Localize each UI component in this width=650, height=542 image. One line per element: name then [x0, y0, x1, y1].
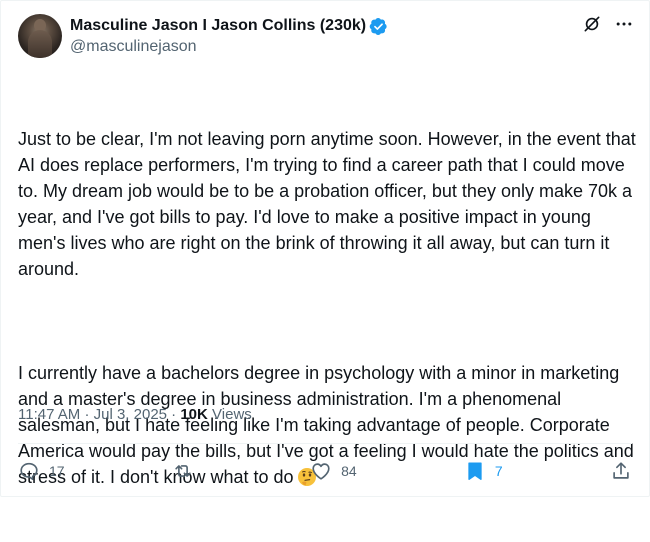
reply-button[interactable]: 17 [18, 460, 65, 482]
like-count: 84 [341, 463, 357, 479]
divider [18, 443, 632, 444]
views-count: 10K [180, 406, 208, 423]
verified-badge-icon [369, 17, 387, 35]
action-bar: 17 84 7 [18, 456, 632, 486]
top-actions [582, 14, 634, 34]
tweet-time[interactable]: 11:47 AM [18, 406, 80, 423]
tweet-header: Masculine Jason I Jason Collins (230k) @… [18, 14, 638, 58]
tweet-meta: 11:47 AM · Jul 3, 2025 · 10K Views [18, 405, 252, 425]
like-button[interactable]: 84 [310, 460, 357, 482]
name-row: Masculine Jason I Jason Collins (230k) [70, 16, 388, 36]
views-label: Views [212, 406, 252, 423]
meta-separator-1: · [84, 406, 90, 423]
avatar-body [28, 30, 52, 58]
reply-count: 17 [49, 463, 65, 479]
bookmark-button[interactable]: 7 [464, 460, 503, 482]
repost-icon [175, 465, 191, 477]
meta-separator-2: · [171, 406, 177, 423]
avatar[interactable] [18, 14, 62, 58]
share-button[interactable] [610, 460, 632, 482]
bookmark-icon [468, 462, 482, 480]
share-icon [613, 462, 629, 479]
tweet-paragraph-1: Just to be clear, I'm not leaving porn a… [18, 129, 640, 279]
handle[interactable]: @masculinejason [70, 37, 197, 57]
grok-icon[interactable] [582, 14, 602, 34]
reply-icon [20, 462, 38, 481]
more-icon[interactable] [614, 14, 634, 34]
repost-button[interactable] [172, 460, 203, 482]
like-icon [312, 463, 330, 480]
bookmark-count: 7 [494, 463, 503, 479]
tweet-card: Masculine Jason I Jason Collins (230k) @… [0, 0, 650, 497]
tweet-date[interactable]: Jul 3, 2025 [94, 406, 167, 423]
display-name[interactable]: Masculine Jason I Jason Collins (230k) [70, 16, 366, 36]
